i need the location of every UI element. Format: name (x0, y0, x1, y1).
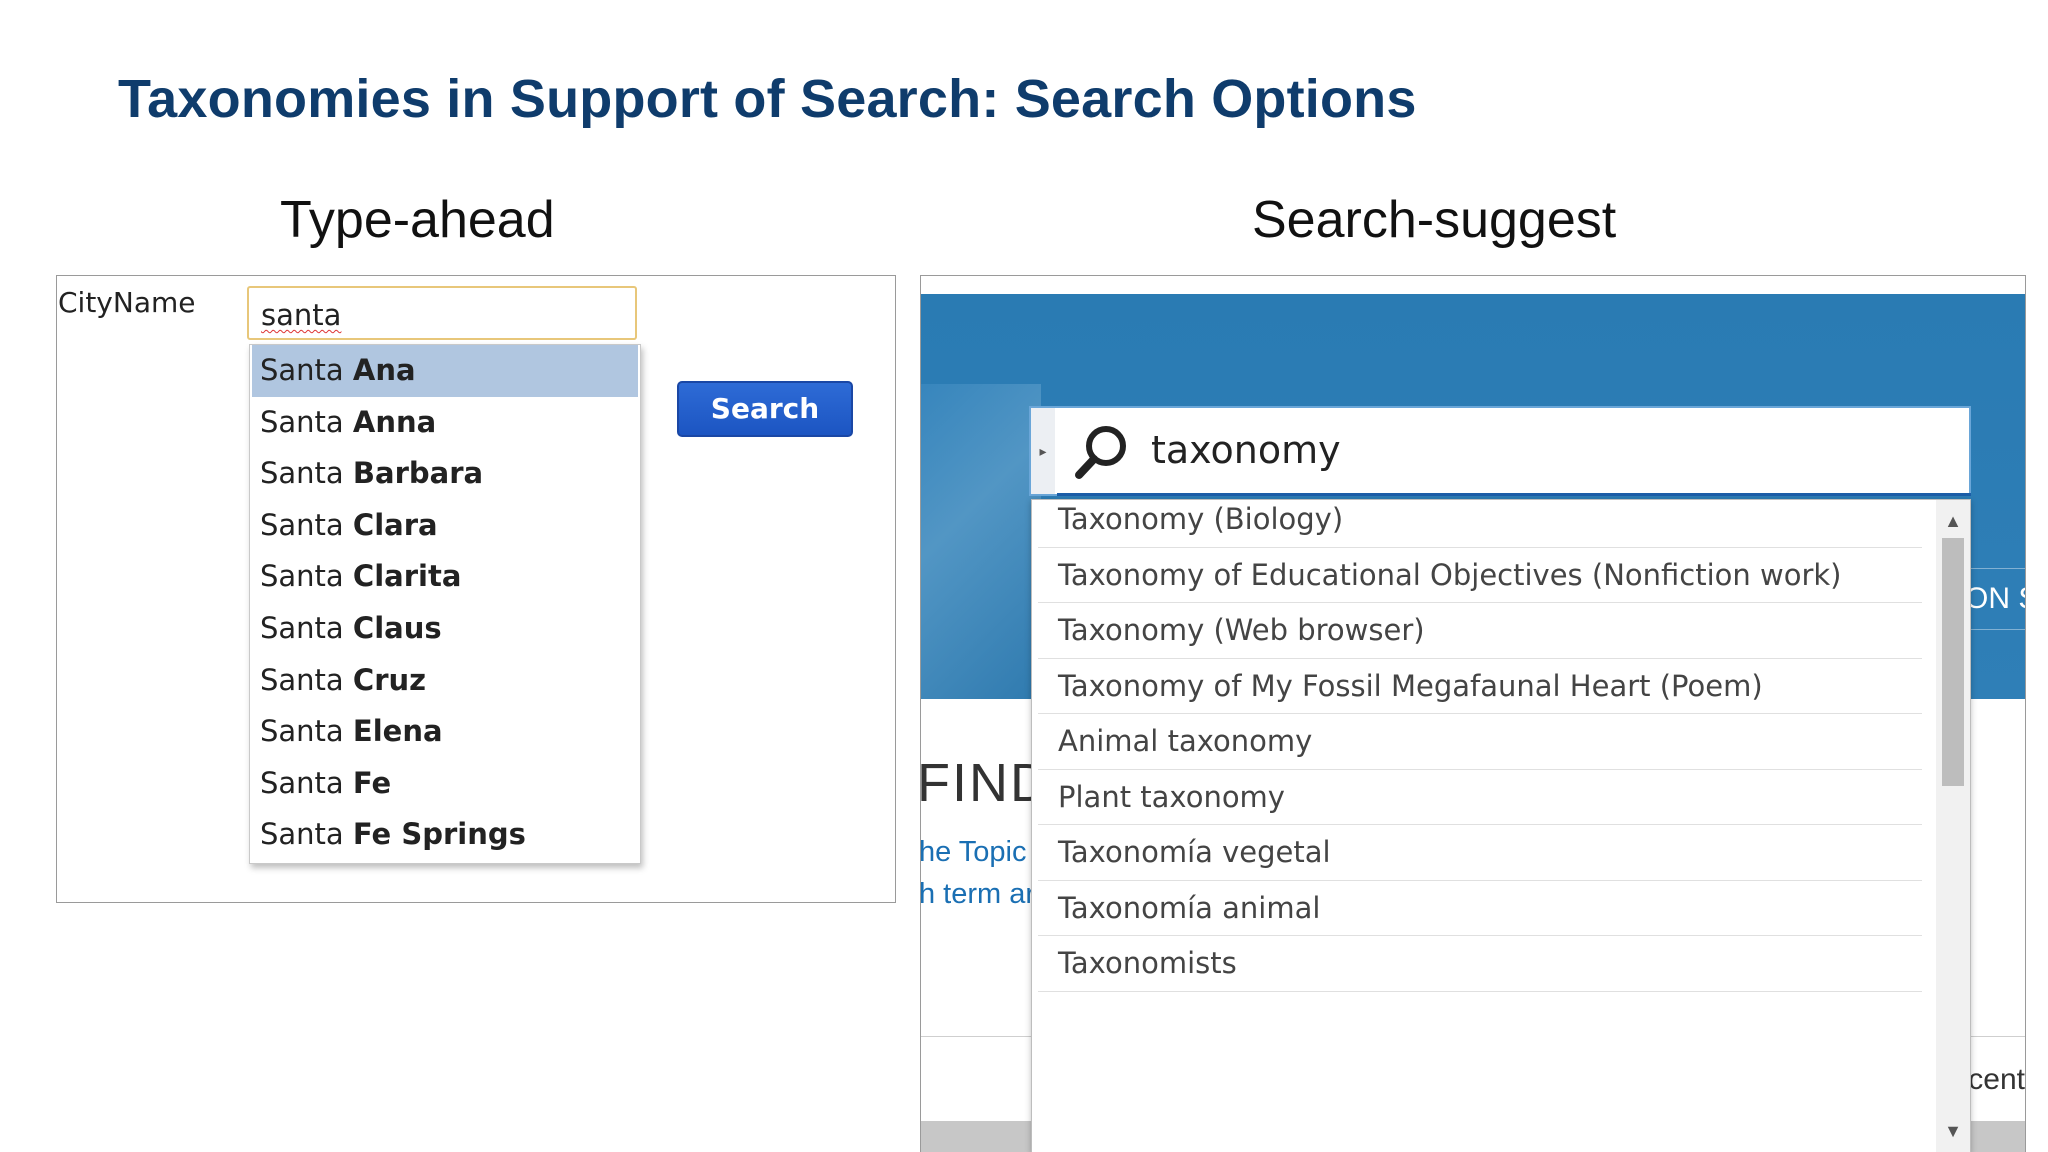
search-suggestion-item[interactable]: Taxonomy (Biology) (1038, 500, 1922, 548)
scroll-thumb[interactable] (1942, 538, 1964, 786)
search-box[interactable]: ▸ taxonomy (1029, 406, 1971, 496)
scrollbar[interactable]: ▲ ▼ (1936, 500, 1970, 1152)
type-ahead-item-completion: Clarita (352, 559, 462, 594)
type-ahead-item-completion: Anna (352, 404, 437, 439)
type-ahead-item[interactable]: Santa Clarita (252, 551, 638, 603)
banner-image (921, 384, 1041, 699)
type-ahead-item-prefix: Santa (260, 817, 353, 852)
search-suggestion-item[interactable]: Taxonomía animal (1038, 881, 1922, 936)
search-suggestion-item[interactable]: Taxonomía vegetal (1038, 825, 1922, 881)
search-underline (1057, 493, 1971, 496)
type-ahead-item-completion: Fe Springs (352, 817, 526, 852)
type-ahead-item-completion: Fe (352, 765, 392, 800)
scroll-down-icon[interactable]: ▼ (1936, 1114, 1970, 1148)
type-ahead-item[interactable]: Santa Claus (252, 603, 638, 655)
type-ahead-item-prefix: Santa (260, 610, 353, 645)
type-ahead-panel: CityName santa Santa Ana Santa Anna Santa … (56, 275, 896, 903)
expand-arrow-icon[interactable]: ▸ (1031, 408, 1055, 494)
banner-text-fragment: ON S (1965, 568, 2025, 630)
search-suggestion-item[interactable]: Animal taxonomy (1038, 714, 1922, 770)
type-ahead-item[interactable]: Santa Anna (252, 397, 638, 449)
type-ahead-item[interactable]: Santa Fe (252, 758, 638, 810)
topic-link[interactable]: he Topic I (921, 836, 1043, 869)
type-ahead-suggestion-list: Santa Ana Santa Anna Santa Barbara Santa Cl… (249, 344, 641, 864)
type-ahead-item-completion: Claus (352, 610, 442, 645)
type-ahead-item-prefix: Santa (260, 662, 353, 697)
search-suggest-heading: Search-suggest (1252, 191, 1617, 249)
term-link[interactable]: h term ar (921, 878, 1035, 911)
search-suggestion-item[interactable]: Taxonomists (1038, 936, 1922, 992)
type-ahead-heading: Type-ahead (280, 191, 555, 249)
type-ahead-item-completion: Cruz (352, 662, 427, 697)
cityname-input-value: santa (261, 298, 342, 332)
search-icon (1075, 426, 1126, 479)
type-ahead-item[interactable]: Santa Clara (252, 500, 638, 552)
search-query[interactable]: taxonomy (1151, 428, 1341, 472)
type-ahead-item-completion: Barbara (352, 456, 484, 491)
type-ahead-item-prefix: Santa (260, 456, 353, 491)
type-ahead-item[interactable]: Santa Cruz (252, 655, 638, 707)
type-ahead-item-completion: Ana (352, 353, 416, 387)
type-ahead-item[interactable]: Santa Elena (252, 706, 638, 758)
type-ahead-item-prefix: Santa (260, 353, 353, 387)
search-suggest-dropdown: Taxonomists Taxonomía animal Taxonomía veg… (1031, 499, 1971, 1152)
type-ahead-item-prefix: Santa (260, 404, 353, 439)
search-button[interactable]: Search (677, 381, 853, 437)
type-ahead-item-prefix: Santa (260, 507, 353, 542)
cityname-input[interactable]: santa (247, 286, 637, 340)
cityname-label: CityName (58, 286, 196, 319)
scroll-up-icon[interactable]: ▲ (1936, 504, 1970, 538)
type-ahead-item-prefix: Santa (260, 559, 353, 594)
search-suggest-panel: ON S FIND he Topic I h term ar ecent ▸ t… (920, 275, 2026, 1152)
search-suggestion-item[interactable]: Taxonomy (Web browser) (1038, 603, 1922, 659)
search-suggestion-item[interactable]: Taxonomy of Educational Objectives (Nonf… (1038, 548, 1922, 603)
type-ahead-item[interactable]: Santa Ana (252, 345, 638, 397)
search-suggestion-item[interactable]: Taxonomy of My Fossil Megafaunal Heart (… (1038, 659, 1922, 714)
type-ahead-item-prefix: Santa (260, 765, 353, 800)
slide-title: Taxonomies in Support of Search: Search … (118, 69, 1417, 129)
type-ahead-item-prefix: Santa (260, 714, 353, 749)
type-ahead-item-completion: Clara (352, 507, 438, 542)
type-ahead-item[interactable]: Santa Barbara (252, 448, 638, 500)
search-suggestion-item[interactable]: Plant taxonomy (1038, 770, 1922, 825)
type-ahead-item-completion: Elena (352, 714, 443, 749)
type-ahead-item[interactable]: Santa Fe Springs (252, 809, 638, 861)
